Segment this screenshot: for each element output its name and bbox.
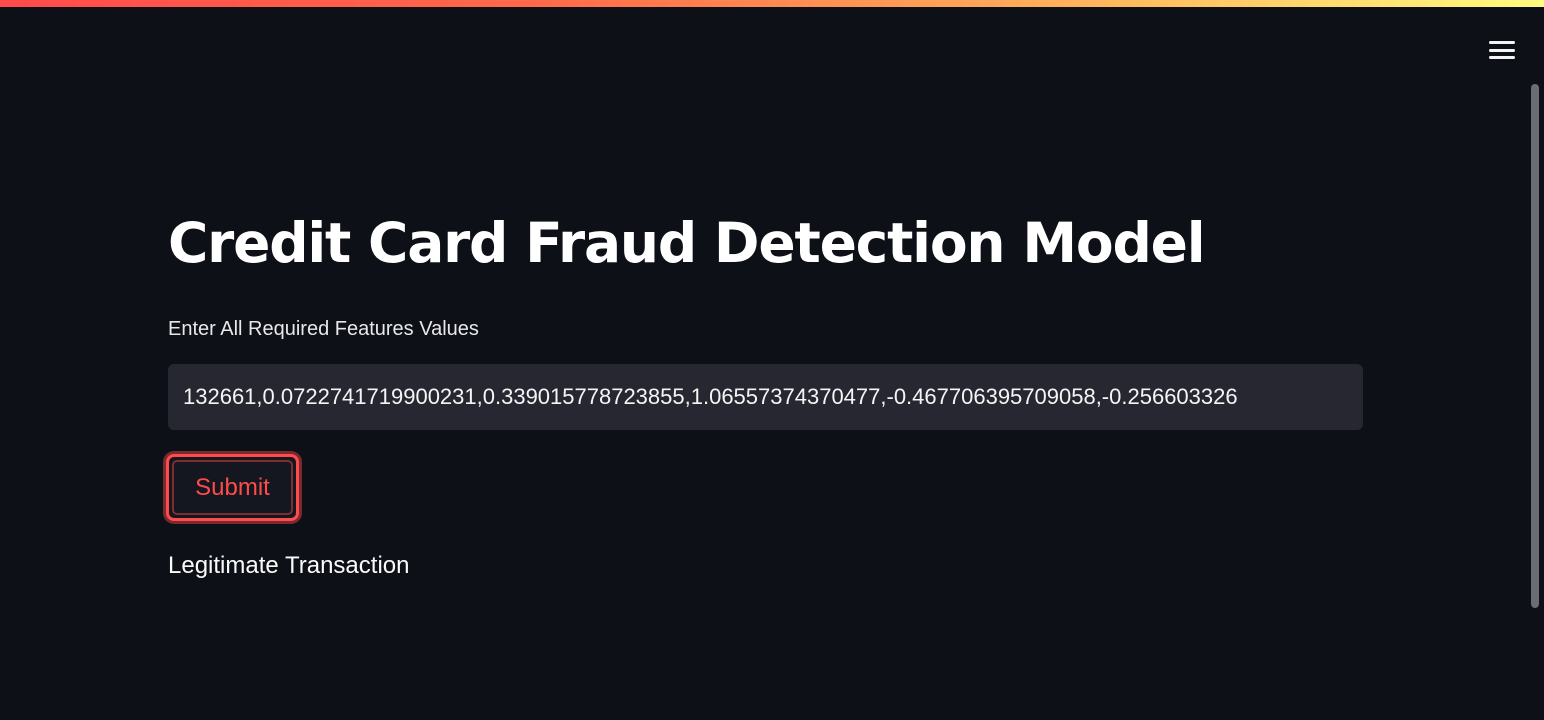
- top-decoration-bar: [0, 0, 1544, 7]
- app-container: Credit Card Fraud Detection Model Enter …: [0, 0, 1544, 720]
- submit-button[interactable]: Submit: [166, 454, 299, 521]
- features-input-label: Enter All Required Features Values: [168, 318, 479, 340]
- vertical-scrollbar[interactable]: [1531, 84, 1542, 608]
- prediction-result: Legitimate Transaction: [168, 552, 410, 579]
- submit-button-label: Submit: [195, 473, 270, 501]
- features-input[interactable]: [168, 364, 1363, 430]
- hamburger-menu-icon: [1489, 41, 1515, 59]
- scrollbar-thumb[interactable]: [1531, 84, 1539, 608]
- main-menu-button[interactable]: [1482, 34, 1522, 66]
- page-title: Credit Card Fraud Detection Model: [168, 211, 1206, 275]
